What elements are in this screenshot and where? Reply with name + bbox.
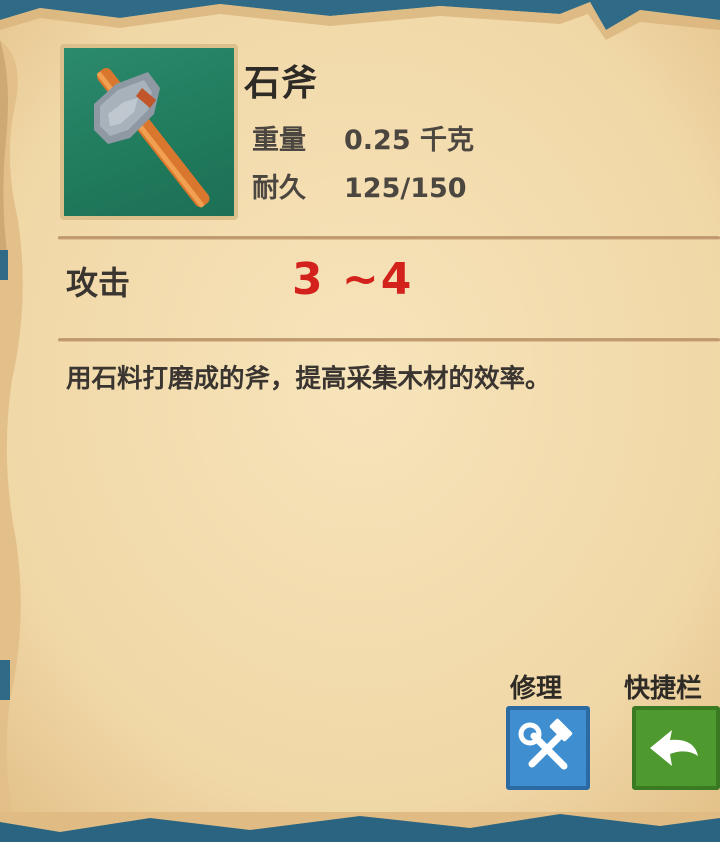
hammer-wrench-icon xyxy=(518,718,573,770)
arrow-left-icon xyxy=(650,730,698,766)
item-name: 石斧 xyxy=(244,63,319,104)
attack-label: 攻击 xyxy=(66,264,131,302)
item-detail-panel: 石斧 重量 0.25 千克 耐久 125/150 攻击 3 ~4 用石料打磨成的斧，… xyxy=(0,0,720,842)
header-divider xyxy=(58,236,720,240)
repair-label: 修理 xyxy=(510,674,563,704)
item-icon-frame xyxy=(60,44,238,220)
stat-weight-label: 重量 xyxy=(252,125,306,156)
stone-axe-icon xyxy=(64,48,234,216)
stat-durability-label: 耐久 xyxy=(252,173,306,204)
stat-weight: 重量 0.25 千克 xyxy=(252,118,474,157)
stat-weight-value: 0.25 千克 xyxy=(344,125,475,156)
attack-value: 3 ~4 xyxy=(292,254,414,305)
hotbar-label: 快捷栏 xyxy=(624,674,703,704)
item-description: 用石料打磨成的斧，提高采集木材的效率。 xyxy=(66,364,551,394)
stat-durability-value: 125/150 xyxy=(344,173,467,204)
stat-durability: 耐久 125/150 xyxy=(252,166,467,205)
game-screen: 石斧 重量 0.25 千克 耐久 125/150 攻击 3 ~4 用石料打磨成的斧，… xyxy=(0,0,720,842)
attack-divider xyxy=(58,338,720,342)
repair-button[interactable] xyxy=(506,706,590,790)
hotbar-button[interactable] xyxy=(632,706,720,790)
